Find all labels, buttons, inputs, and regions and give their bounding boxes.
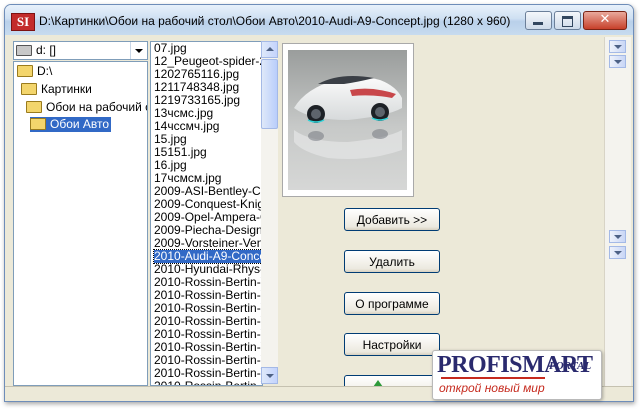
file-item[interactable]: 2009-Opel-Ampera-Con [154, 211, 262, 224]
car-preview-image [288, 50, 407, 190]
file-item[interactable]: 17чсмсм.jpg [154, 172, 262, 185]
tree-item-drive[interactable]: D:\ [17, 64, 54, 79]
watermark-tagline: открой новый мир [439, 381, 545, 395]
file-item[interactable]: 2009-Vorsteiner-Ventro [154, 237, 262, 250]
settings-button[interactable]: Настройки [344, 333, 440, 356]
file-item[interactable]: 2009-ASI-Bentley-Conti [154, 185, 262, 198]
file-item[interactable]: 2010-Rossin-Bertin-Vor [154, 302, 262, 315]
watermark-logo: PROFISMART PORTAL открой новый мир [432, 350, 602, 400]
about-button[interactable]: О программе [344, 292, 440, 315]
selected-list-scrollbar[interactable] [604, 37, 631, 386]
file-item[interactable]: 2010-Rossin-Bertin-Vor [154, 367, 262, 380]
caption-buttons: ✕ [525, 11, 627, 30]
file-item[interactable]: 2010-Rossin-Bertin-Vor [154, 315, 262, 328]
drive-icon [16, 45, 32, 56]
file-item[interactable]: 2009-Conquest-Knight- [154, 198, 262, 211]
tree-item-oboi-avto[interactable]: Обои Авто [30, 117, 112, 132]
tree-item-label: Картинки [41, 82, 92, 96]
scroll-arrow-button[interactable] [609, 40, 626, 53]
close-button[interactable]: ✕ [583, 11, 627, 30]
file-item[interactable]: 2009-Piecha-Design-M [154, 224, 262, 237]
tree-item-label: Обои на рабочий ст [46, 100, 148, 114]
drive-select[interactable]: d: [] [13, 41, 148, 60]
open-folder-icon [21, 82, 37, 95]
file-item[interactable]: 1202765116.jpg [154, 68, 262, 81]
tree-item-label: Обои Авто [50, 117, 110, 131]
file-item[interactable]: 2010-Rossin-Bertin-Vor [154, 341, 262, 354]
add-button[interactable]: Добавить >> [344, 208, 440, 231]
tree-item-label: D:\ [37, 64, 53, 78]
file-item[interactable]: 07.jpg [154, 42, 262, 55]
file-item[interactable]: 1219733165.jpg [154, 94, 262, 107]
file-item[interactable]: 15.jpg [154, 133, 262, 146]
main-window: SI D:\Картинки\Обои на рабочий стол\Обои… [4, 4, 634, 402]
file-item[interactable]: 12_Peugeot-spider-207 [154, 55, 262, 68]
open-folder-icon [17, 64, 33, 77]
tree-item-oboi-na-rabochiy-stol[interactable]: Обои на рабочий ст [26, 100, 148, 115]
tree-item-kartinki[interactable]: Картинки [21, 82, 94, 97]
file-item[interactable]: 15151.jpg [154, 146, 262, 159]
minimize-button[interactable] [525, 11, 552, 30]
file-list-items: 07.jpg12_Peugeot-spider-2071202765116.jp… [151, 42, 262, 385]
chevron-down-icon[interactable] [130, 42, 147, 59]
image-preview [282, 43, 414, 197]
file-item[interactable]: 2010-Rossin-Bertin-Vor [154, 328, 262, 341]
file-item-selected[interactable]: 2010-Audi-A9-Concept [153, 249, 262, 264]
drive-label: d: [] [36, 43, 57, 57]
file-item[interactable]: 2010-Hyundai-Rhys-Mi [154, 263, 262, 276]
file-item[interactable]: 2010-Rossin-Bertin-Vor [154, 354, 262, 367]
file-item[interactable]: 2010-Rossin-Bertin-Vor [154, 276, 262, 289]
scroll-down-button[interactable] [261, 367, 278, 384]
window-title: D:\Картинки\Обои на рабочий стол\Обои Ав… [39, 14, 511, 28]
file-item[interactable]: 1211748348.jpg [154, 81, 262, 94]
open-folder-icon [26, 100, 42, 113]
maximize-icon [562, 16, 573, 27]
close-icon: ✕ [599, 12, 611, 27]
directory-tree[interactable]: D:\ Картинки Обои на рабочий ст Обои Авт… [13, 61, 148, 386]
open-folder-icon [30, 117, 46, 130]
file-list[interactable]: 07.jpg12_Peugeot-spider-2071202765116.jp… [150, 41, 263, 386]
minimize-icon [533, 22, 543, 25]
title-bar[interactable]: SI D:\Картинки\Обои на рабочий стол\Обои… [5, 5, 633, 35]
file-item[interactable]: 14чссмч.jpg [154, 120, 262, 133]
scroll-arrow-button[interactable] [609, 230, 626, 243]
file-item[interactable]: 2010-Rossin-Bertin-Vor [154, 289, 262, 302]
scroll-up-button[interactable] [261, 41, 278, 58]
file-item[interactable]: 16.jpg [154, 159, 262, 172]
app-icon: SI [11, 13, 35, 31]
file-list-scrollbar[interactable] [261, 41, 278, 384]
scroll-thumb[interactable] [261, 59, 278, 129]
watermark-rule [441, 377, 545, 379]
scroll-arrow-button[interactable] [609, 55, 626, 68]
scroll-arrow-button[interactable] [609, 246, 626, 259]
file-item[interactable]: 13чсмс.jpg [154, 107, 262, 120]
watermark-portal: PORTAL [549, 360, 592, 372]
maximize-button[interactable] [554, 11, 581, 30]
delete-button[interactable]: Удалить [344, 250, 440, 273]
